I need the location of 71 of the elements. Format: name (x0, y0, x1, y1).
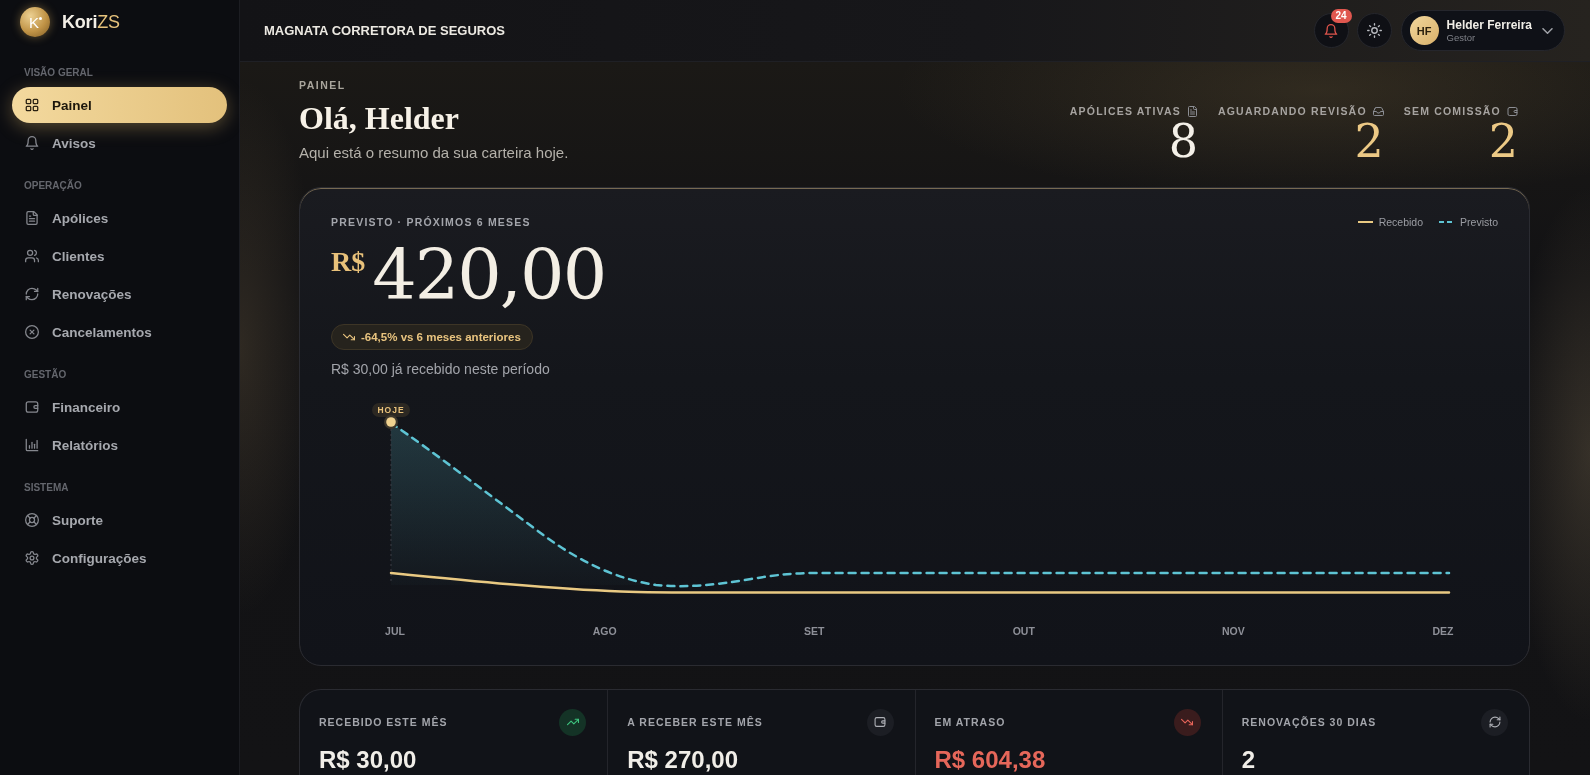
nav-section-title: SISTEMA (23, 482, 70, 494)
bell-icon (1324, 23, 1339, 38)
user-role: Gestor (1446, 32, 1476, 44)
axis-label: AGO (592, 625, 617, 637)
page-eyebrow: PAINEL (299, 79, 347, 92)
document-icon (25, 211, 39, 225)
axis-label: SET (804, 625, 825, 637)
x-circle-icon (25, 325, 39, 339)
brand-name: KoriZS (62, 11, 120, 33)
stat-value: 8 (1168, 119, 1198, 163)
axis-label: OUT (1012, 625, 1035, 637)
bar-chart-icon (25, 438, 39, 452)
stat-label: AGUARDANDO REVISÃO (1217, 104, 1367, 118)
lifebuoy-icon (25, 513, 39, 527)
user-avatar: HF (1409, 16, 1439, 45)
wallet-icon (1507, 105, 1518, 117)
axis-label: NOV (1222, 625, 1245, 637)
summary-label: A RECEBER ESTE MÊS (627, 715, 763, 729)
document-icon (1186, 105, 1198, 117)
refresh-icon (25, 287, 39, 301)
summary-value: R$ 270,00 (627, 746, 739, 774)
brand-logo: K (20, 7, 50, 37)
nav-item[interactable]: Painel (12, 87, 227, 123)
nav-item[interactable]: Renovações (12, 276, 227, 312)
theme-toggle-button[interactable] (1356, 13, 1392, 48)
nav-item[interactable]: Clientes (12, 238, 227, 274)
company-name: MAGNATA CORRETORA DE SEGUROS (264, 23, 506, 38)
nav-item[interactable]: Financeiro (12, 389, 227, 425)
nav-item[interactable]: Configurações (12, 540, 227, 576)
page-title: Olá, Helder (299, 99, 460, 137)
notification-count-badge: 24 (1330, 9, 1352, 23)
axis-label: DEZ (1432, 625, 1454, 637)
summary-label: RENOVAÇÕES 30 DIAS (1241, 715, 1377, 729)
settings-icon (25, 551, 39, 565)
change-text: -64,5% vs 6 meses anteriores (361, 331, 521, 343)
legend-label: Recebido (1378, 215, 1424, 229)
stat-value: 2 (1488, 119, 1518, 163)
nav-item[interactable]: Suporte (12, 502, 227, 538)
nav-item[interactable]: Apólices (12, 200, 227, 236)
sun-icon (1366, 23, 1382, 38)
stat-label: APÓLICES ATIVAS (1069, 104, 1181, 118)
summary-value: R$ 30,00 (319, 746, 418, 774)
page-subtitle: Aqui está o resumo da sua carteira hoje. (299, 143, 569, 163)
legend-label: Previsto (1460, 215, 1498, 229)
stat-label: SEM COMISSÃO (1403, 104, 1501, 118)
summary-label: RECEBIDO ESTE MÊS (319, 715, 448, 729)
grid-icon (25, 98, 39, 112)
currency-symbol: R$ (331, 248, 366, 276)
axis-label: JUL (385, 625, 405, 637)
inbox-icon (1372, 105, 1384, 117)
nav-item[interactable]: Cancelamentos (12, 314, 227, 350)
chevron-down-icon (1542, 27, 1553, 34)
stat-value: 2 (1354, 119, 1384, 163)
summary-value: R$ 604,38 (934, 746, 1047, 774)
today-dot-icon (384, 415, 398, 429)
users-icon (25, 249, 39, 263)
summary-label: EM ATRASO (934, 715, 1006, 729)
nav-section-title: OPERAÇÃO (23, 180, 83, 192)
nav-section-title: VISÃO GERAL (23, 67, 94, 79)
today-badge: HOJE (372, 403, 410, 417)
summary-value: 2 (1241, 746, 1257, 774)
period-note: R$ 30,00 já recebido neste período (331, 360, 551, 379)
nav-section-title: GESTÃO (23, 369, 68, 381)
bell-icon (25, 136, 39, 150)
user-menu-button[interactable]: HF Helder Ferreira Gestor (1400, 10, 1565, 51)
amount-value: 420,00 (372, 237, 606, 314)
nav-item[interactable]: Avisos (12, 125, 227, 161)
wallet-icon (25, 400, 39, 414)
card-title: PREVISTO · PRÓXIMOS 6 MESES (331, 215, 531, 229)
user-name: Helder Ferreira (1446, 17, 1532, 32)
nav-item[interactable]: Relatórios (12, 427, 227, 463)
